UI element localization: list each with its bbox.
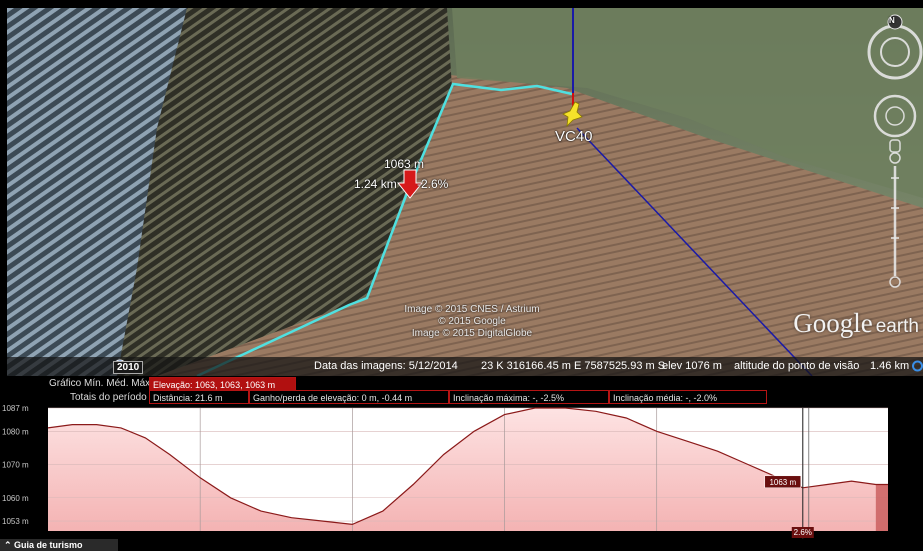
- attribution-line: Image © 2015 CNES / Astrium: [404, 304, 540, 315]
- y-tick-label: 1080 m: [2, 427, 29, 436]
- loading-ring-icon: [912, 360, 923, 372]
- google-earth-logo: Google earth: [793, 308, 919, 338]
- distance-box: Distância: 21.6 m: [149, 390, 249, 404]
- y-tick-label: 1070 m: [2, 461, 29, 470]
- cursor-elevation-label: 1063 m: [384, 157, 425, 171]
- imagery-date: Data das imagens: 5/12/2014: [314, 360, 458, 372]
- eye-altitude-value: 1.46 km: [870, 360, 910, 372]
- cursor-slope-label: 2.6%: [794, 528, 812, 537]
- map-viewport[interactable]: N VC40 1063 m 1.24 km -2.6% Image © 2015…: [7, 8, 923, 376]
- y-tick-label: 1087 m: [2, 404, 29, 413]
- avg-slope-box: Inclinação média: -, -2.0%: [609, 390, 767, 404]
- elevation-profile-panel: Gráfico Mín. Méd. Máx Elevação: 1063, 10…: [0, 376, 923, 551]
- y-tick-label: 1060 m: [2, 494, 29, 503]
- historical-year-badge: 2010: [113, 361, 144, 374]
- elevation-readout: elev 1076 m: [662, 360, 722, 372]
- attribution-line: Image © 2015 DigitalGlobe: [411, 328, 533, 339]
- stat-max-label[interactable]: Máx: [131, 378, 150, 389]
- historical-imagery-button[interactable]: 2010: [113, 358, 144, 374]
- elevation-profile-chart[interactable]: 1087 m1080 m1070 m1060 m1053 m0.25 km0.5…: [0, 403, 923, 539]
- elevation-stats-box: Elevação: 1063, 1063, 1063 m: [149, 377, 296, 391]
- status-bar: 2010 Data das imagens: 5/12/2014 23 K 31…: [7, 357, 923, 376]
- y-tick-label: 1053 m: [2, 517, 29, 526]
- chevron-up-icon: ⌃: [4, 540, 15, 550]
- totals-label: Totais do período: [70, 392, 147, 403]
- attribution-line: © 2015 Google: [438, 316, 506, 327]
- tour-guide-button[interactable]: ⌃ Guia de turismo: [0, 539, 118, 551]
- stat-min-label[interactable]: Mín.: [84, 378, 103, 389]
- cursor-slope-label: -2.6%: [417, 177, 449, 191]
- max-slope-box: Inclinação máxima: -, -2.5%: [449, 390, 609, 404]
- graph-label: Gráfico: [49, 378, 82, 389]
- placemark-label[interactable]: VC40: [555, 128, 593, 145]
- cursor-distance-label: 1.24 km: [354, 177, 397, 191]
- cursor-value-label: 1063 m: [769, 478, 796, 487]
- selected-segment: [875, 484, 888, 531]
- coordinates: 23 K 316166.45 m E 7587525.93 m S: [481, 360, 666, 372]
- eye-altitude-label: altitude do ponto de visão: [734, 360, 860, 372]
- gain-loss-box: Ganho/perda de elevação: 0 m, -0.44 m: [249, 390, 449, 404]
- graph-stats-header: Gráfico Mín. Méd. Máx: [49, 378, 150, 389]
- stat-avg-label[interactable]: Méd.: [106, 378, 128, 389]
